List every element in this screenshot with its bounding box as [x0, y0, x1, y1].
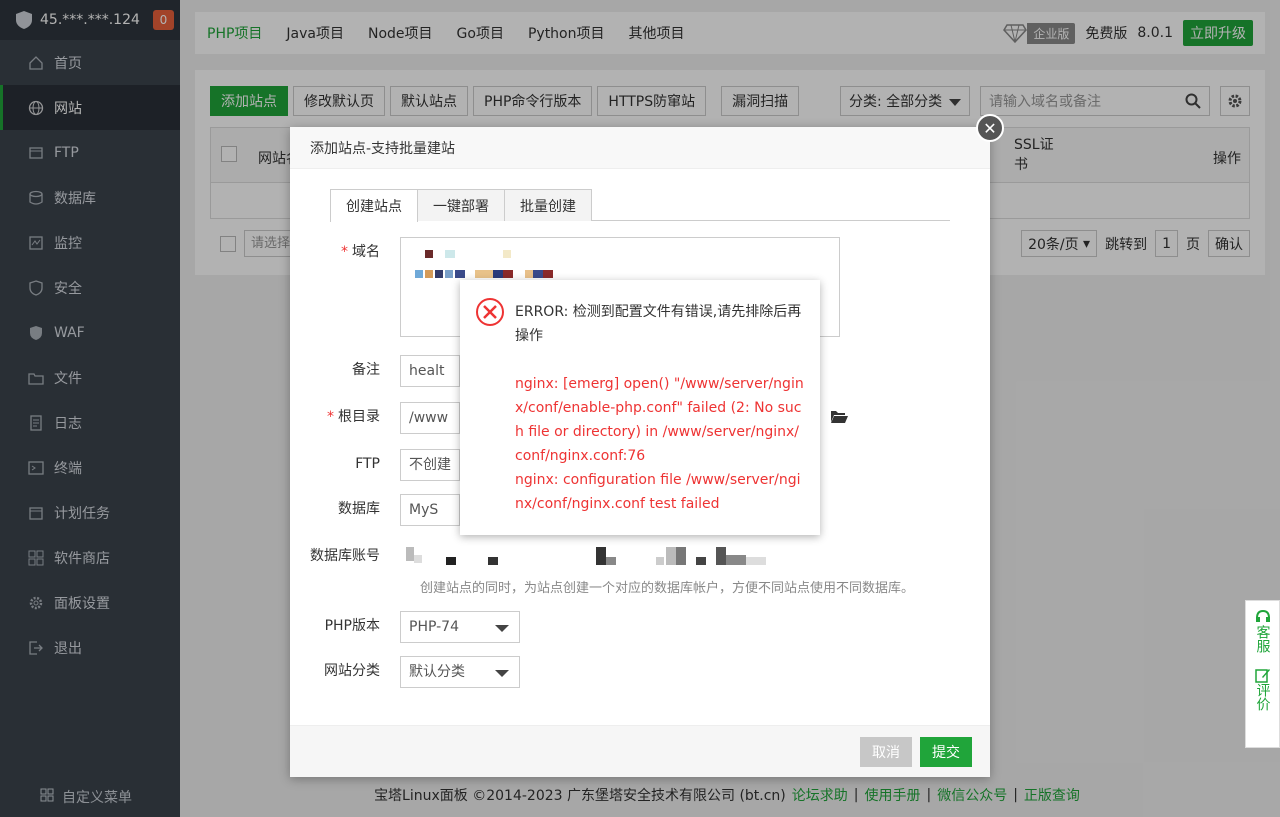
modal-title: 添加站点-支持批量建站: [290, 127, 990, 169]
folder-open-icon[interactable]: [830, 408, 848, 424]
site-category-label: 网站分类: [324, 663, 380, 679]
php-version-select[interactable]: PHP-74: [400, 611, 520, 643]
error-line-2: nginx: configuration file /www/server/ng…: [515, 472, 801, 512]
site-category-select[interactable]: 默认分类: [400, 656, 520, 688]
cancel-button[interactable]: 取消: [860, 737, 912, 767]
remark-label: 备注: [352, 362, 380, 378]
error-title: ERROR: 检测到配置文件有错误,请先排除后再操作: [515, 304, 802, 344]
error-line-1: nginx: [emerg] open() "/www/server/nginx…: [515, 376, 804, 464]
redacted-db-account: [400, 541, 780, 569]
close-icon[interactable]: ✕: [976, 114, 1004, 142]
review-button[interactable]: 评价: [1255, 667, 1271, 711]
database-select[interactable]: MyS: [400, 494, 460, 526]
error-dialog: ERROR: 检测到配置文件有错误,请先排除后再操作 nginx: [emerg…: [460, 280, 820, 535]
error-message: nginx: [emerg] open() "/www/server/nginx…: [515, 372, 805, 516]
modal-tabs: 创建站点 一键部署 批量创建: [330, 189, 950, 222]
headset-icon: [1255, 609, 1270, 622]
root-dir-label: * 根目录: [327, 409, 380, 425]
remark-input[interactable]: healt: [400, 355, 460, 387]
php-version-label: PHP版本: [324, 618, 380, 634]
database-label: 数据库: [338, 501, 380, 517]
db-account-hint: 创建站点的同时，为站点创建一个对应的数据库帐户，方便不同站点使用不同数据库。: [420, 581, 915, 596]
caret-down-icon: [495, 670, 509, 677]
tab-create-site[interactable]: 创建站点: [330, 189, 418, 222]
root-dir-input[interactable]: /www: [400, 402, 460, 434]
domain-label: * 域名: [341, 244, 380, 260]
submit-button[interactable]: 提交: [920, 737, 972, 767]
error-circle-icon: [476, 298, 504, 326]
customer-service-button[interactable]: 客服: [1255, 609, 1271, 653]
caret-down-icon: [495, 625, 509, 632]
edit-icon: [1254, 669, 1270, 683]
ftp-select[interactable]: 不创建: [400, 449, 460, 481]
modal-footer: 取消 提交: [290, 725, 990, 777]
tab-batch-create[interactable]: 批量创建: [504, 189, 592, 221]
tab-one-click-deploy[interactable]: 一键部署: [417, 189, 505, 221]
db-account-label: 数据库账号: [310, 548, 380, 564]
floating-side-panel: 客服 评价: [1245, 600, 1280, 748]
ftp-label: FTP: [355, 456, 380, 472]
